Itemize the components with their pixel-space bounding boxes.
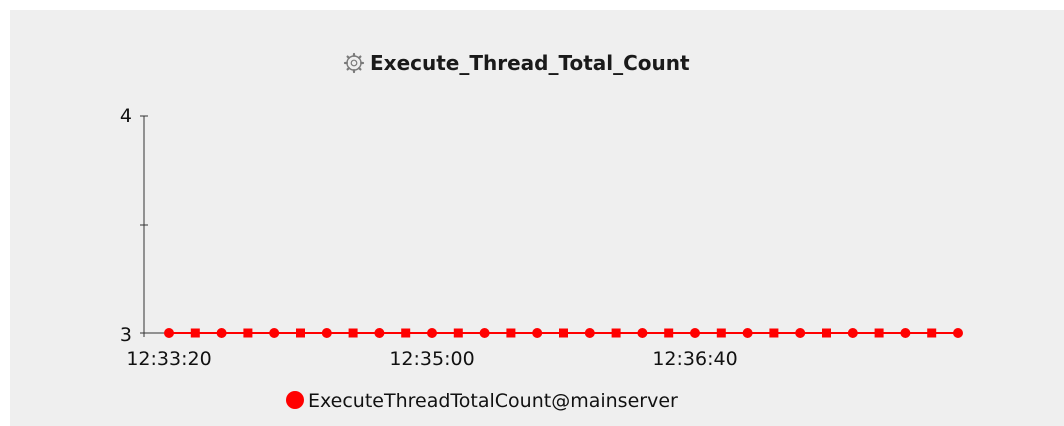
data-point — [769, 328, 779, 338]
data-point — [479, 328, 490, 338]
data-point — [348, 328, 358, 338]
data-point — [216, 328, 227, 338]
x-tick-label-2: 12:35:00 — [389, 348, 474, 370]
data-point — [401, 328, 411, 338]
data-point — [742, 328, 753, 338]
chart-title: Execute_Thread_Total_Count — [370, 51, 690, 75]
data-point — [900, 328, 911, 338]
data-point — [795, 328, 806, 338]
legend-label: ExecuteThreadTotalCount@mainserver — [308, 390, 678, 412]
series-group — [164, 328, 963, 338]
data-point — [427, 328, 437, 338]
data-point — [927, 328, 937, 338]
y-tick-label-bottom: 3 — [120, 324, 132, 346]
data-point — [847, 328, 858, 338]
data-point — [559, 328, 568, 338]
gear-icon — [343, 52, 365, 74]
data-point — [664, 328, 674, 338]
y-tick-label-top: 4 — [120, 105, 132, 127]
data-point — [716, 328, 726, 338]
data-point — [243, 328, 253, 338]
chart-panel: Execute_Thread_Total_Count 4 3 12:33:20 … — [10, 10, 1064, 426]
data-point — [164, 328, 174, 338]
data-point — [690, 328, 700, 338]
data-point — [190, 328, 200, 338]
data-point — [584, 328, 595, 338]
x-tick-label-1: 12:33:20 — [126, 348, 211, 370]
data-point — [953, 328, 963, 338]
data-point — [453, 328, 463, 338]
data-point — [637, 328, 648, 338]
data-point — [822, 328, 831, 338]
data-point — [321, 328, 332, 338]
data-point — [374, 328, 385, 338]
data-point — [269, 328, 280, 338]
data-point — [611, 328, 621, 338]
data-point — [506, 328, 516, 338]
data-point — [874, 328, 884, 338]
x-tick-label-3: 12:36:40 — [652, 348, 737, 370]
legend-marker — [286, 391, 304, 409]
chart-canvas: Execute_Thread_Total_Count 4 3 12:33:20 … — [120, 51, 963, 412]
data-point — [296, 328, 305, 338]
data-point — [532, 328, 543, 338]
